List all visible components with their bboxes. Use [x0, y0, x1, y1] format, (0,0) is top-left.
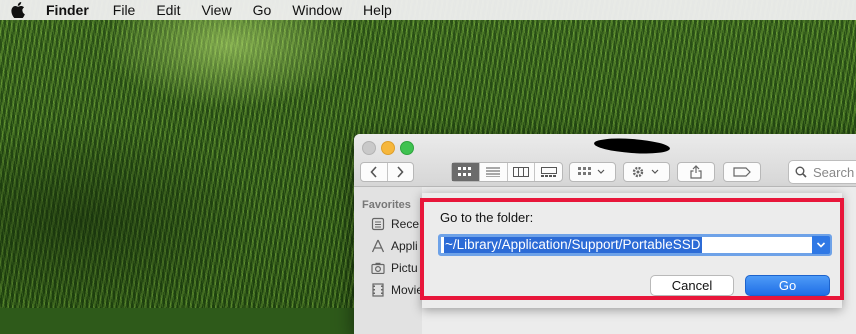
menu-bar: Finder File Edit View Go Window Help — [0, 0, 856, 20]
chevron-down-icon — [816, 242, 826, 248]
pictures-icon — [370, 261, 386, 275]
back-button[interactable] — [361, 163, 388, 181]
sidebar-item-pictures[interactable]: Pictu — [370, 261, 418, 275]
sidebar-item-label: Movie — [391, 283, 424, 297]
gallery-view-icon — [540, 167, 557, 177]
zoom-window-button[interactable] — [400, 141, 414, 155]
apple-menu-icon[interactable] — [11, 1, 29, 19]
list-view-button[interactable] — [480, 163, 508, 181]
cancel-button[interactable]: Cancel — [650, 275, 734, 296]
group-icon — [577, 167, 604, 175]
go-to-folder-dialog: Go to the folder: ~/Library/Application/… — [422, 193, 842, 308]
share-icon — [690, 165, 702, 179]
sidebar-item-applications[interactable]: Appli — [370, 239, 418, 253]
chevron-right-icon — [397, 166, 404, 178]
search-icon — [795, 166, 807, 178]
sidebar-heading-favorites: Favorites — [362, 199, 411, 211]
sidebar-item-label: Pictu — [391, 261, 418, 275]
go-to-folder-label: Go to the folder: — [440, 210, 534, 225]
gallery-view-button[interactable] — [535, 163, 562, 181]
group-by-button[interactable] — [569, 162, 616, 182]
menu-go[interactable]: Go — [253, 2, 272, 18]
column-view-button[interactable] — [508, 163, 536, 181]
back-forward-control — [360, 162, 414, 182]
finder-sidebar: Favorites Rece Appli Pictu Movie — [354, 187, 423, 334]
close-window-button[interactable] — [362, 141, 376, 155]
sidebar-item-label: Rece — [391, 217, 420, 231]
finder-toolbar: Search — [354, 134, 856, 187]
icon-view-button[interactable] — [452, 163, 480, 181]
column-view-icon — [512, 167, 529, 177]
redacted-window-title — [593, 136, 671, 156]
sidebar-item-movies[interactable]: Movie — [370, 283, 423, 297]
list-view-icon — [486, 167, 501, 177]
menu-file[interactable]: File — [113, 2, 136, 18]
menu-finder[interactable]: Finder — [46, 2, 89, 18]
folder-path-input[interactable]: ~/Library/Application/Support/PortableSS… — [438, 234, 832, 256]
search-field[interactable]: Search — [788, 160, 856, 184]
tag-icon — [733, 167, 751, 177]
edit-tags-button[interactable] — [723, 162, 761, 182]
recent-folders-dropdown[interactable] — [812, 236, 830, 254]
recents-icon — [370, 217, 386, 231]
forward-button[interactable] — [388, 163, 414, 181]
menu-edit[interactable]: Edit — [156, 2, 180, 18]
minimize-window-button[interactable] — [381, 141, 395, 155]
sidebar-item-recents[interactable]: Rece — [370, 217, 419, 231]
gear-icon — [632, 166, 658, 178]
icon-view-icon — [458, 167, 472, 176]
applications-icon — [370, 239, 386, 253]
menu-view[interactable]: View — [201, 2, 231, 18]
chevron-left-icon — [370, 166, 377, 178]
menu-help[interactable]: Help — [363, 2, 392, 18]
view-mode-control — [451, 162, 563, 182]
search-placeholder: Search — [813, 164, 855, 180]
folder-path-value: ~/Library/Application/Support/PortableSS… — [444, 237, 702, 253]
action-menu-button[interactable] — [623, 162, 670, 182]
sidebar-item-label: Appli — [391, 239, 418, 253]
movies-icon — [370, 283, 386, 297]
go-button[interactable]: Go — [745, 275, 830, 296]
menu-window[interactable]: Window — [292, 2, 342, 18]
share-button[interactable] — [677, 162, 715, 182]
